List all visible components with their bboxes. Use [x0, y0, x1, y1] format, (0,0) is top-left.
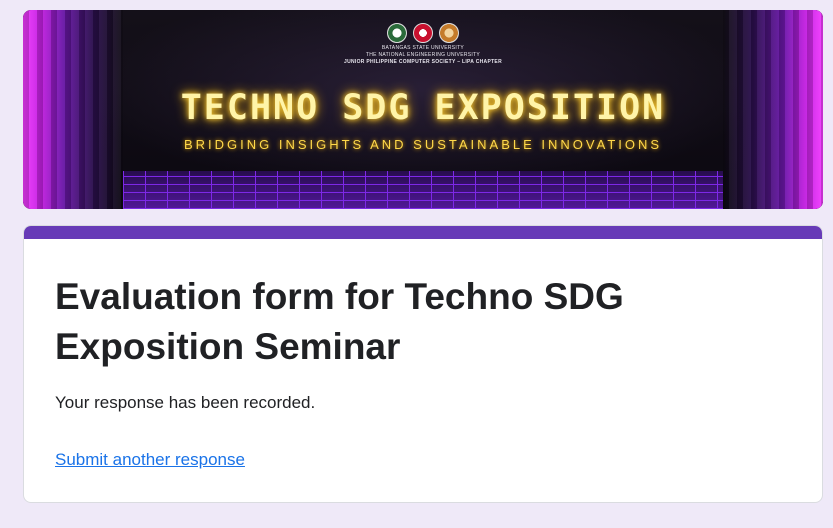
neon-grid-floor: [123, 171, 723, 209]
card-accent-bar: [24, 226, 822, 239]
banner-subtitle: BRIDGING INSIGHTS AND SUSTAINABLE INNOVA…: [183, 137, 663, 152]
university-line-1: BATANGAS STATE UNIVERSITY: [381, 45, 465, 51]
society-logo-icon: [439, 23, 459, 43]
university-lines: BATANGAS STATE UNIVERSITY THE NATIONAL E…: [23, 45, 823, 66]
university-line-3: JUNIOR PHILIPPINE COMPUTER SOCIETY – LIP…: [344, 59, 502, 65]
header-banner: BATANGAS STATE UNIVERSITY THE NATIONAL E…: [23, 10, 823, 209]
logo-row: [387, 23, 459, 43]
form-title: Evaluation form for Techno SDG Expositio…: [55, 276, 624, 367]
confirmation-message: Your response has been recorded.: [55, 393, 316, 412]
banner-title: TECHNO SDG EXPOSITION: [180, 88, 666, 128]
university-shield-icon: [413, 23, 433, 43]
submit-another-response-link[interactable]: Submit another response: [55, 450, 245, 470]
university-seal-icon: [387, 23, 407, 43]
confirmation-card: Evaluation form for Techno SDG Expositio…: [23, 225, 823, 503]
university-line-2: THE NATIONAL ENGINEERING UNIVERSITY: [365, 52, 481, 58]
